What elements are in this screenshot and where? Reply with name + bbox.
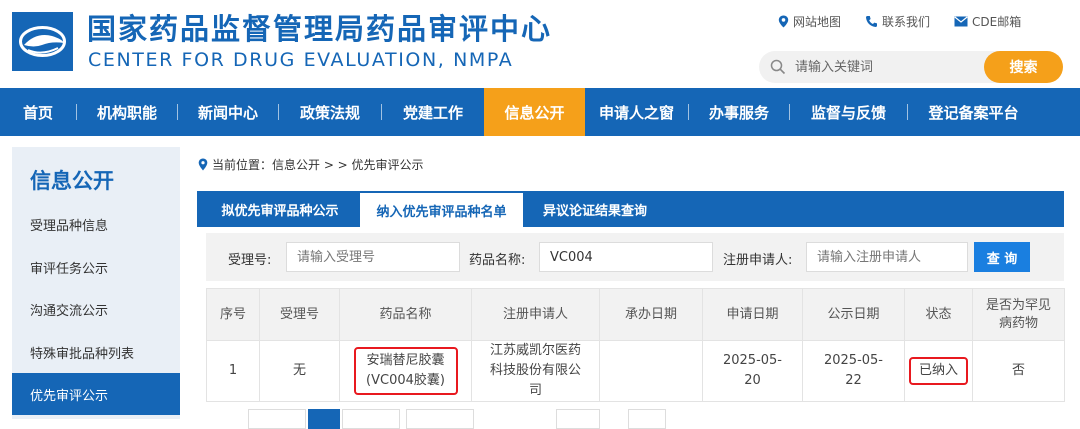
tab-bar: 拟优先审评品种公示 纳入优先审评品种名单 异议论证结果查询 — [197, 191, 1064, 227]
location-pin-icon — [778, 15, 789, 28]
col-header-accept-no: 受理号 — [259, 288, 340, 341]
pagination-page-size[interactable] — [406, 409, 474, 429]
accept-no-label: 受理号: — [228, 253, 272, 268]
nav-news[interactable]: 新闻中心 — [178, 88, 278, 136]
table-header-row: 序号 受理号 药品名称 注册申请人 承办日期 申请日期 公示日期 状态 是否为罕… — [206, 288, 1065, 341]
query-button[interactable]: 查 询 — [974, 242, 1030, 272]
cell-drug-name: 安瑞替尼胶囊(VC004胶囊) — [339, 340, 472, 402]
search-icon — [770, 59, 786, 75]
col-header-drug-name: 药品名称 — [339, 288, 472, 341]
nmpa-logo[interactable] — [12, 12, 73, 71]
nav-party-building[interactable]: 党建工作 — [382, 88, 484, 136]
sidebar-item-acceptance-info[interactable]: 受理品种信息 — [12, 203, 180, 245]
nav-applicant-window[interactable]: 申请人之窗 — [585, 88, 688, 136]
col-header-seq: 序号 — [206, 288, 260, 341]
table-row[interactable]: 1 无 安瑞替尼胶囊(VC004胶囊) 江苏威凯尔医药科技股份有限公司 2025… — [206, 340, 1065, 402]
col-header-publish-date: 公示日期 — [802, 288, 905, 341]
tab-proposed-priority[interactable]: 拟优先审评品种公示 — [205, 191, 355, 227]
location-pin-icon — [198, 158, 208, 171]
logo-emblem-icon — [12, 12, 73, 71]
col-header-rare-disease: 是否为罕见病药物 — [972, 288, 1065, 341]
pagination — [206, 409, 1064, 429]
cell-accept-no: 无 — [259, 340, 340, 402]
breadcrumb: 当前位置：信息公开 > > 优先审评公示 — [198, 156, 424, 173]
col-header-status: 状态 — [904, 288, 973, 341]
breadcrumb-text: 当前位置：信息公开 > > 优先审评公示 — [212, 158, 424, 172]
drug-name-input[interactable] — [539, 242, 713, 272]
search-input[interactable] — [795, 57, 985, 77]
pagination-current-page[interactable] — [308, 409, 340, 429]
status-badge: 已纳入 — [908, 357, 968, 385]
cell-seq: 1 — [206, 340, 260, 402]
cell-applicant: 江苏威凯尔医药科技股份有限公司 — [471, 340, 600, 402]
pagination-jump-input[interactable] — [556, 409, 600, 429]
applicant-label: 注册申请人: — [723, 253, 793, 268]
search-button[interactable]: 搜索 — [984, 51, 1063, 83]
nav-supervision-feedback[interactable]: 监督与反馈 — [790, 88, 907, 136]
nav-policies[interactable]: 政策法规 — [279, 88, 381, 136]
accept-no-input[interactable] — [286, 242, 460, 272]
filter-bar: 受理号: 药品名称: 注册申请人: 查 询 — [206, 233, 1064, 281]
sidebar-item-priority-review[interactable]: 优先审评公示 — [12, 373, 180, 415]
sidebar-title: 信息公开 — [30, 169, 114, 193]
sitemap-link[interactable]: 网站地图 — [778, 13, 841, 30]
col-header-applicant: 注册申请人 — [471, 288, 600, 341]
sidebar-item-communication[interactable]: 沟通交流公示 — [12, 288, 180, 330]
cell-rare-disease: 否 — [972, 340, 1065, 402]
results-table: 序号 受理号 药品名称 注册申请人 承办日期 申请日期 公示日期 状态 是否为罕… — [206, 288, 1065, 402]
site-header: 国家药品监督管理局药品审评中心 CENTER FOR DRUG EVALUATI… — [0, 0, 1080, 88]
cde-mail-link[interactable]: CDE邮箱 — [954, 13, 1021, 30]
main-nav: 首页 机构职能 新闻中心 政策法规 党建工作 信息公开 申请人之窗 办事服务 监… — [0, 88, 1080, 136]
drug-name-highlight[interactable]: 安瑞替尼胶囊(VC004胶囊) — [353, 347, 458, 395]
contact-link[interactable]: 联系我们 — [865, 13, 930, 30]
contact-link-label: 联系我们 — [882, 15, 931, 29]
nav-functions[interactable]: 机构职能 — [77, 88, 177, 136]
pagination-next[interactable] — [342, 409, 400, 429]
col-header-apply-date: 申请日期 — [702, 288, 803, 341]
nav-services[interactable]: 办事服务 — [689, 88, 789, 136]
pagination-go-button[interactable] — [628, 409, 666, 429]
pagination-prev[interactable] — [248, 409, 306, 429]
nav-home[interactable]: 首页 — [0, 88, 76, 136]
sitemap-link-label: 网站地图 — [793, 15, 842, 29]
mail-icon — [954, 16, 968, 27]
cell-apply-date: 2025-05-20 — [702, 340, 803, 402]
cell-undertake-date — [599, 340, 703, 402]
top-links: 网站地图 联系我们 CDE邮箱 — [778, 13, 1035, 30]
col-header-undertake-date: 承办日期 — [599, 288, 703, 341]
sidebar: 信息公开 受理品种信息 审评任务公示 沟通交流公示 特殊审批品种列表 优先审评公… — [12, 147, 180, 419]
nav-info-disclosure[interactable]: 信息公开 — [484, 88, 585, 136]
phone-icon — [866, 16, 878, 27]
site-title-cn: 国家药品监督管理局药品审评中心 — [87, 12, 553, 46]
cde-mail-link-label: CDE邮箱 — [972, 15, 1022, 29]
tab-included-priority-list[interactable]: 纳入优先审评品种名单 — [360, 193, 523, 227]
cell-status: 已纳入 — [904, 340, 973, 402]
applicant-input[interactable] — [806, 242, 968, 272]
sidebar-item-review-tasks[interactable]: 审评任务公示 — [12, 246, 180, 288]
nav-registration-platform[interactable]: 登记备案平台 — [908, 88, 1039, 136]
drug-name-label: 药品名称: — [469, 253, 526, 268]
tab-objection-results[interactable]: 异议论证结果查询 — [530, 191, 660, 227]
sidebar-item-special-approval[interactable]: 特殊审批品种列表 — [12, 331, 180, 373]
cell-publish-date: 2025-05-22 — [802, 340, 905, 402]
site-title-en: CENTER FOR DRUG EVALUATION, NMPA — [88, 49, 514, 71]
